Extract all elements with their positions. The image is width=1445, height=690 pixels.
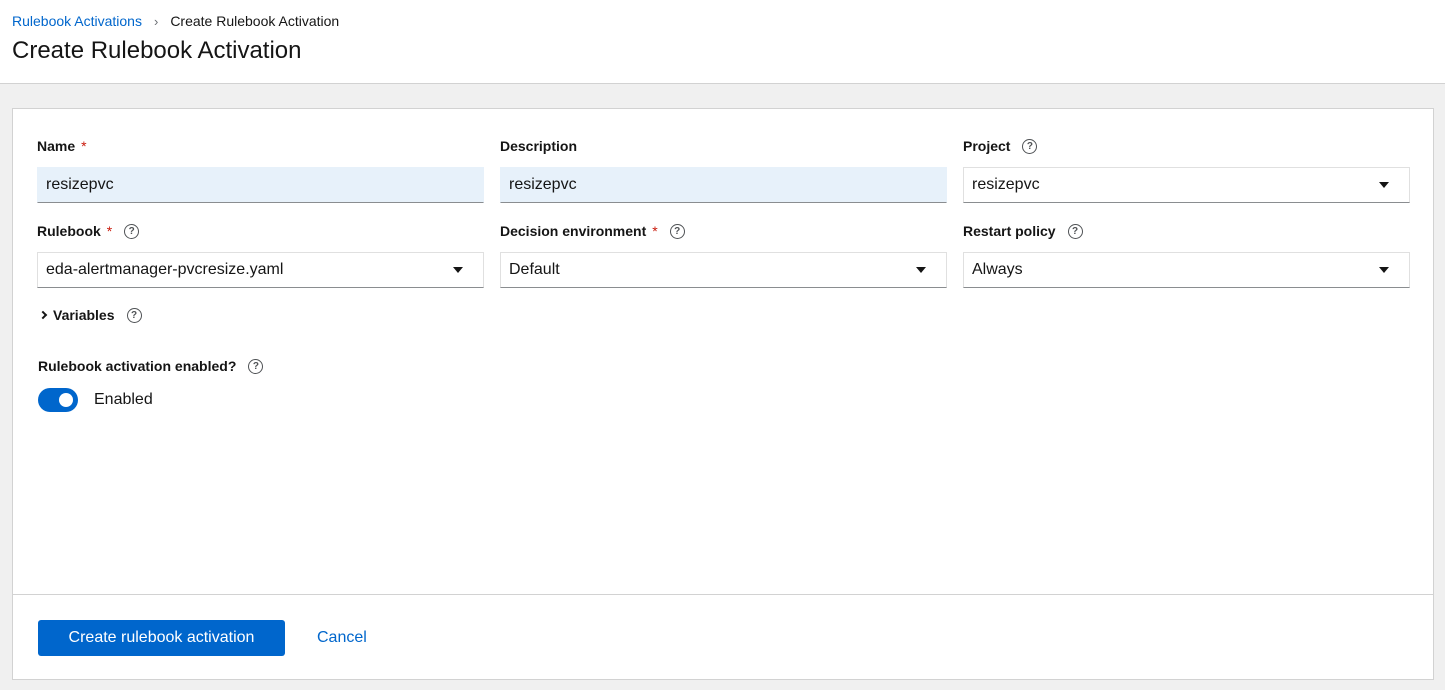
variables-toggle[interactable]: Variables ? (38, 307, 142, 323)
restart-policy-select[interactable]: Always (963, 252, 1410, 288)
help-icon[interactable]: ? (669, 223, 685, 239)
rulebook-label-text: Rulebook (37, 223, 101, 239)
decision-environment-select-value: Default (509, 261, 560, 278)
rulebook-field-group: Rulebook * ? eda-alertmanager-pvcresize.… (37, 221, 484, 288)
name-input-value: resizepvc (46, 176, 114, 193)
activation-enabled-label-text: Rulebook activation enabled? (38, 358, 237, 374)
restart-policy-select-value: Always (972, 261, 1023, 278)
page-title: Create Rulebook Activation (12, 37, 302, 64)
name-input[interactable]: resizepvc (37, 167, 484, 203)
required-asterisk: * (81, 138, 87, 154)
breadcrumb: Rulebook Activations › Create Rulebook A… (12, 13, 339, 29)
form-footer-divider (13, 594, 1433, 595)
create-rulebook-activation-button[interactable]: Create rulebook activation (38, 620, 285, 656)
description-input[interactable]: resizepvc (500, 167, 947, 203)
breadcrumb-rulebook-activations-link[interactable]: Rulebook Activations (12, 13, 142, 29)
form-card: Name * resizepvc Description resizepvc P… (12, 108, 1434, 680)
caret-down-icon (1379, 182, 1389, 188)
activation-enabled-switch[interactable] (38, 388, 78, 412)
project-label-text: Project (963, 138, 1011, 154)
decision-environment-label-text: Decision environment (500, 223, 647, 239)
help-icon[interactable]: ? (124, 223, 140, 239)
required-asterisk: * (106, 223, 113, 239)
chevron-right-icon (38, 310, 48, 320)
activation-enabled-switch-row: Enabled (38, 388, 153, 412)
project-select-value: resizepvc (972, 176, 1040, 193)
cancel-button[interactable]: Cancel (309, 620, 375, 656)
project-select[interactable]: resizepvc (963, 167, 1410, 203)
restart-policy-field-group: Restart policy ? Always (963, 221, 1410, 288)
help-icon[interactable]: ? (126, 307, 142, 323)
description-input-value: resizepvc (509, 176, 577, 193)
activation-enabled-state-text: Enabled (94, 391, 153, 408)
variables-label: Variables (53, 307, 115, 323)
activation-enabled-label: Rulebook activation enabled? ? (38, 356, 264, 376)
project-label: Project ? (963, 136, 1410, 156)
description-field-group: Description resizepvc (500, 136, 947, 203)
name-label-text: Name (37, 138, 76, 154)
project-field-group: Project ? resizepvc (963, 136, 1410, 203)
restart-policy-label: Restart policy ? (963, 221, 1410, 241)
caret-down-icon (916, 267, 926, 273)
rulebook-select[interactable]: eda-alertmanager-pvcresize.yaml (37, 252, 484, 288)
help-icon[interactable]: ? (1067, 223, 1083, 239)
switch-knob (59, 393, 73, 407)
name-label: Name * (37, 136, 484, 156)
description-label: Description (500, 136, 947, 156)
restart-policy-label-text: Restart policy (963, 223, 1056, 239)
name-field-group: Name * resizepvc (37, 136, 484, 203)
description-label-text: Description (500, 138, 578, 154)
help-icon[interactable]: ? (1022, 138, 1038, 154)
caret-down-icon (1379, 267, 1389, 273)
rulebook-select-value: eda-alertmanager-pvcresize.yaml (46, 261, 284, 278)
decision-environment-select[interactable]: Default (500, 252, 947, 288)
required-asterisk: * (652, 223, 658, 239)
breadcrumb-current: Create Rulebook Activation (170, 13, 340, 29)
decision-environment-label: Decision environment * ? (500, 221, 947, 241)
decision-environment-field-group: Decision environment * ? Default (500, 221, 947, 288)
breadcrumb-separator-icon: › (153, 13, 159, 29)
page-header: Rulebook Activations › Create Rulebook A… (0, 0, 1445, 84)
help-icon[interactable]: ? (248, 358, 264, 374)
caret-down-icon (453, 267, 463, 273)
rulebook-label: Rulebook * ? (37, 221, 484, 241)
